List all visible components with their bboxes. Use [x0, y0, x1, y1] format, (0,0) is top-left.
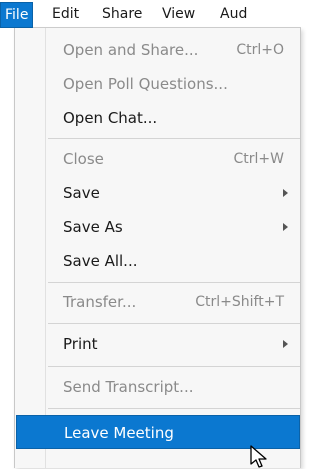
menu-edit-label: Edit: [52, 6, 80, 22]
menu-item-label: Open Poll Questions...: [63, 75, 228, 93]
menu-item-save-all[interactable]: Save All...: [16, 244, 300, 278]
menu-item-label: Open Chat...: [63, 109, 158, 127]
menu-item-save-as[interactable]: Save As: [16, 210, 300, 244]
menu-item-transfer[interactable]: Transfer... Ctrl+Shift+T: [16, 285, 300, 319]
chevron-right-icon: [283, 223, 288, 231]
menu-item-save[interactable]: Save: [16, 176, 300, 210]
menu-item-leave-meeting[interactable]: Leave Meeting: [16, 415, 300, 449]
menu-item-label: Save: [63, 184, 100, 202]
menu-item-label: Close: [63, 150, 104, 168]
mouse-pointer-icon: [250, 445, 267, 468]
menu-item-label: Leave Meeting: [64, 424, 174, 442]
menu-audio-label: Aud: [220, 6, 248, 22]
menu-separator: [48, 366, 300, 367]
menu-audio[interactable]: Aud: [216, 3, 251, 25]
menu-bar: File Edit Share View Aud: [0, 0, 301, 28]
menu-item-label: Save As: [63, 218, 123, 236]
menu-file[interactable]: File: [0, 2, 34, 28]
menu-separator: [48, 323, 300, 324]
menu-item-open-chat[interactable]: Open Chat...: [16, 101, 300, 135]
menu-edit[interactable]: Edit: [48, 3, 83, 25]
menu-view[interactable]: View: [158, 3, 199, 25]
menu-share-label: Share: [102, 6, 143, 22]
menu-view-label: View: [162, 6, 196, 22]
file-menu-dropdown: Open and Share... Ctrl+O Open Poll Quest…: [14, 28, 301, 468]
menu-separator: [48, 408, 300, 409]
menu-item-label: Open and Share...: [63, 41, 199, 59]
menu-share[interactable]: Share: [98, 3, 146, 25]
menu-item-shortcut: Ctrl+W: [233, 151, 284, 167]
menu-item-close[interactable]: Close Ctrl+W: [16, 142, 300, 176]
menu-item-label: Save All...: [63, 252, 138, 270]
menu-item-shortcut: Ctrl+Shift+T: [195, 294, 284, 310]
menu-item-print[interactable]: Print: [16, 327, 300, 361]
chevron-right-icon: [283, 340, 288, 348]
menu-item-shortcut: Ctrl+O: [236, 42, 284, 58]
menu-separator: [48, 282, 300, 283]
menu-separator: [48, 138, 300, 139]
menu-item-open-poll-questions[interactable]: Open Poll Questions...: [16, 67, 300, 101]
menu-item-label: Print: [63, 335, 98, 353]
menu-file-label: File: [5, 7, 29, 23]
menu-item-label: Send Transcript...: [63, 378, 194, 396]
menu-item-label: Transfer...: [63, 293, 137, 311]
chevron-right-icon: [283, 189, 288, 197]
menu-item-send-transcript[interactable]: Send Transcript...: [16, 370, 300, 404]
menu-item-open-and-share[interactable]: Open and Share... Ctrl+O: [16, 33, 300, 67]
